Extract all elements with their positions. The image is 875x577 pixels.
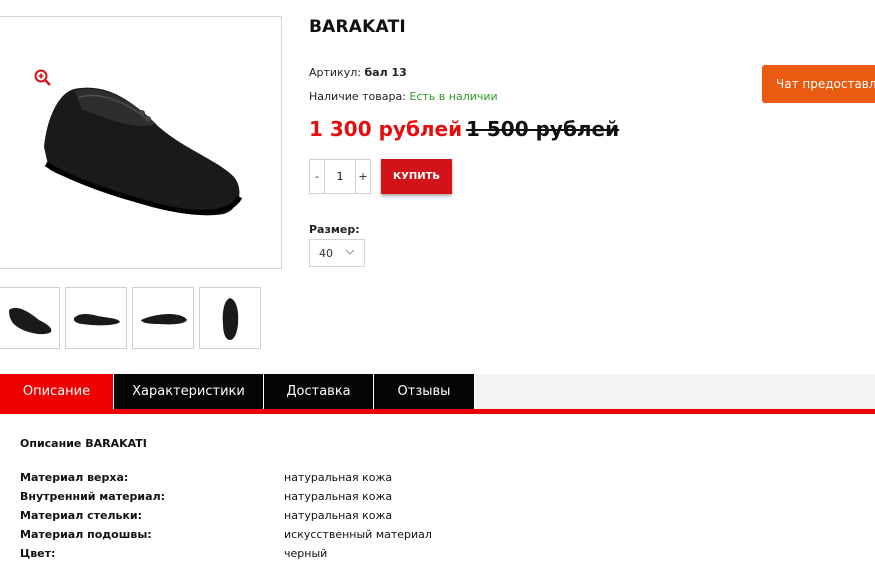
sku-value: бал 13 (364, 66, 407, 79)
shoe-image (44, 87, 243, 216)
tab-description[interactable]: Описание (0, 374, 114, 409)
chevron-down-icon (345, 249, 355, 255)
old-price: 1 500 рублей (466, 117, 620, 141)
spec-row: Материал подошвы: искусственный материал (20, 528, 720, 544)
description-title: Описание BARAKATI (20, 437, 147, 450)
spec-value: натуральная кожа (284, 471, 393, 484)
chat-button[interactable]: Чат предоставлен (762, 65, 875, 103)
spec-row: Внутренний материал: натуральная кожа (20, 490, 720, 506)
quantity-input[interactable]: 1 (325, 160, 355, 193)
thumbnail-4[interactable] (199, 287, 261, 349)
spec-row: Цвет: черный (20, 547, 720, 563)
size-value: 40 (319, 246, 333, 260)
sku-line: Артикул: бал 13 (309, 66, 407, 79)
zoom-icon[interactable] (34, 69, 52, 87)
spec-row: Материал стельки: натуральная кожа (20, 509, 720, 525)
tab-characteristics[interactable]: Характеристики (114, 374, 264, 409)
spec-value: искусственный материал (284, 528, 432, 541)
spec-value: черный (284, 547, 328, 560)
size-label: Размер: (309, 223, 360, 236)
buy-button[interactable]: КУПИТЬ (381, 159, 452, 194)
spec-value: натуральная кожа (284, 509, 393, 522)
spec-key: Цвет: (20, 547, 56, 560)
spec-value: натуральная кожа (284, 490, 393, 503)
main-product-image[interactable] (0, 16, 282, 269)
spec-key: Материал подошвы: (20, 528, 152, 541)
product-title: BARAKATI (309, 17, 406, 37)
current-price: 1 300 рублей (309, 117, 463, 141)
tab-delivery[interactable]: Доставка (264, 374, 374, 409)
shoe-thumb-icon (222, 298, 239, 340)
sku-label: Артикул: (309, 66, 361, 79)
spec-key: Материал стельки: (20, 509, 143, 522)
tabs-underline (0, 409, 875, 414)
availability-label: Наличие товара: (309, 90, 406, 103)
quantity-increase-button[interactable]: + (355, 160, 370, 193)
shoe-thumb-icon (73, 314, 120, 326)
availability-value: Есть в наличии (409, 90, 498, 103)
shoe-thumb-icon (9, 307, 52, 335)
shoe-thumb-icon (141, 314, 187, 325)
thumbnail-2[interactable] (65, 287, 127, 349)
quantity-stepper: - 1 + (309, 159, 371, 194)
spec-key: Материал верха: (20, 471, 129, 484)
quantity-decrease-button[interactable]: - (310, 160, 325, 193)
thumbnail-1[interactable] (0, 287, 60, 349)
spec-key: Внутренний материал: (20, 490, 166, 503)
tab-reviews[interactable]: Отзывы (374, 374, 475, 409)
thumbnail-3[interactable] (132, 287, 194, 349)
spec-row: Материал верха: натуральная кожа (20, 471, 720, 487)
availability-line: Наличие товара: Есть в наличии (309, 90, 498, 103)
size-select[interactable]: 40 (309, 239, 365, 267)
